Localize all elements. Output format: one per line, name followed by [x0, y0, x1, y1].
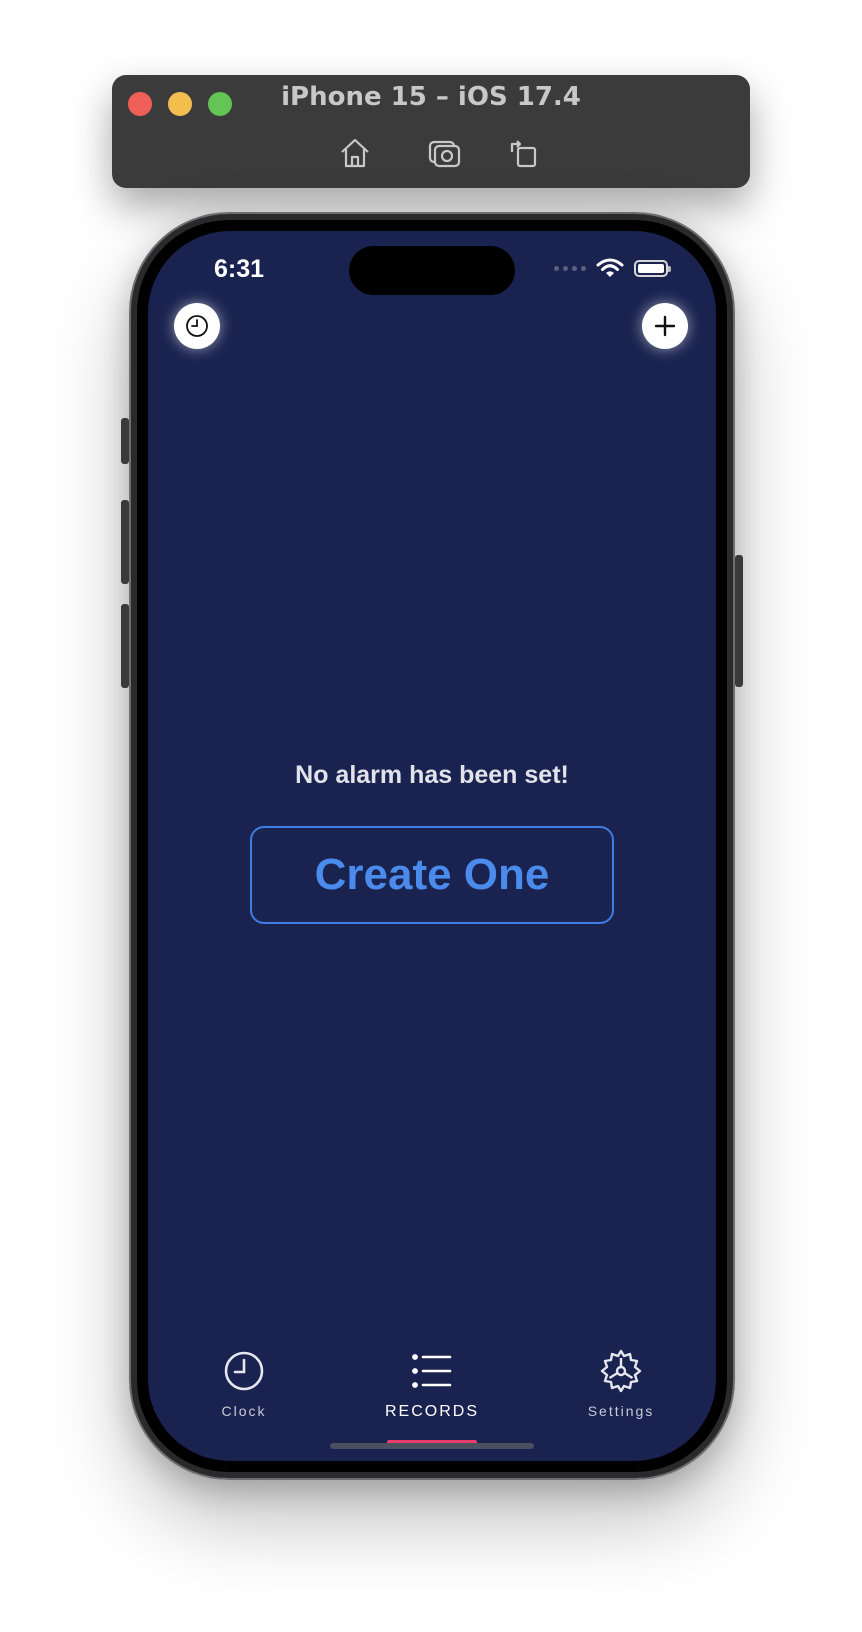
- plus-icon: [654, 315, 676, 337]
- empty-state-message: No alarm has been set!: [295, 761, 569, 789]
- action-button: [121, 418, 129, 464]
- simulator-stage: iPhone 15 – iOS 17.4 6:31 No alarm has b…: [0, 0, 862, 1632]
- wifi-icon: [596, 257, 624, 279]
- status-indicators: [554, 257, 671, 279]
- screenshot-icon[interactable]: [427, 136, 461, 170]
- create-alarm-button[interactable]: Create One: [250, 826, 614, 924]
- tab-records[interactable]: RECORDS: [352, 1349, 512, 1421]
- power-button: [735, 555, 743, 687]
- add-alarm-button[interactable]: [642, 303, 688, 349]
- tab-settings[interactable]: Settings: [541, 1349, 701, 1419]
- gear-icon: [599, 1349, 643, 1393]
- app-screen: 6:31 No alarm has been set! Create One C…: [148, 231, 716, 1461]
- tab-label: Clock: [221, 1403, 267, 1419]
- battery-icon: [634, 259, 671, 277]
- simulator-title: iPhone 15 – iOS 17.4: [281, 82, 581, 112]
- tab-label: Settings: [587, 1403, 655, 1419]
- status-time: 6:31: [214, 255, 265, 283]
- volume-up-button: [121, 500, 129, 584]
- clock-icon: [222, 1349, 266, 1393]
- tab-label: RECORDS: [384, 1403, 479, 1420]
- history-button[interactable]: [174, 303, 220, 349]
- home-icon[interactable]: [338, 136, 372, 170]
- list-icon: [410, 1349, 454, 1393]
- clock-icon: [185, 314, 209, 338]
- home-indicator[interactable]: [330, 1443, 534, 1449]
- dynamic-island: [349, 246, 515, 295]
- rotate-icon[interactable]: [506, 136, 540, 170]
- volume-down-button: [121, 604, 129, 688]
- cellular-signal-icon: [554, 265, 586, 271]
- tab-clock[interactable]: Clock: [164, 1349, 324, 1419]
